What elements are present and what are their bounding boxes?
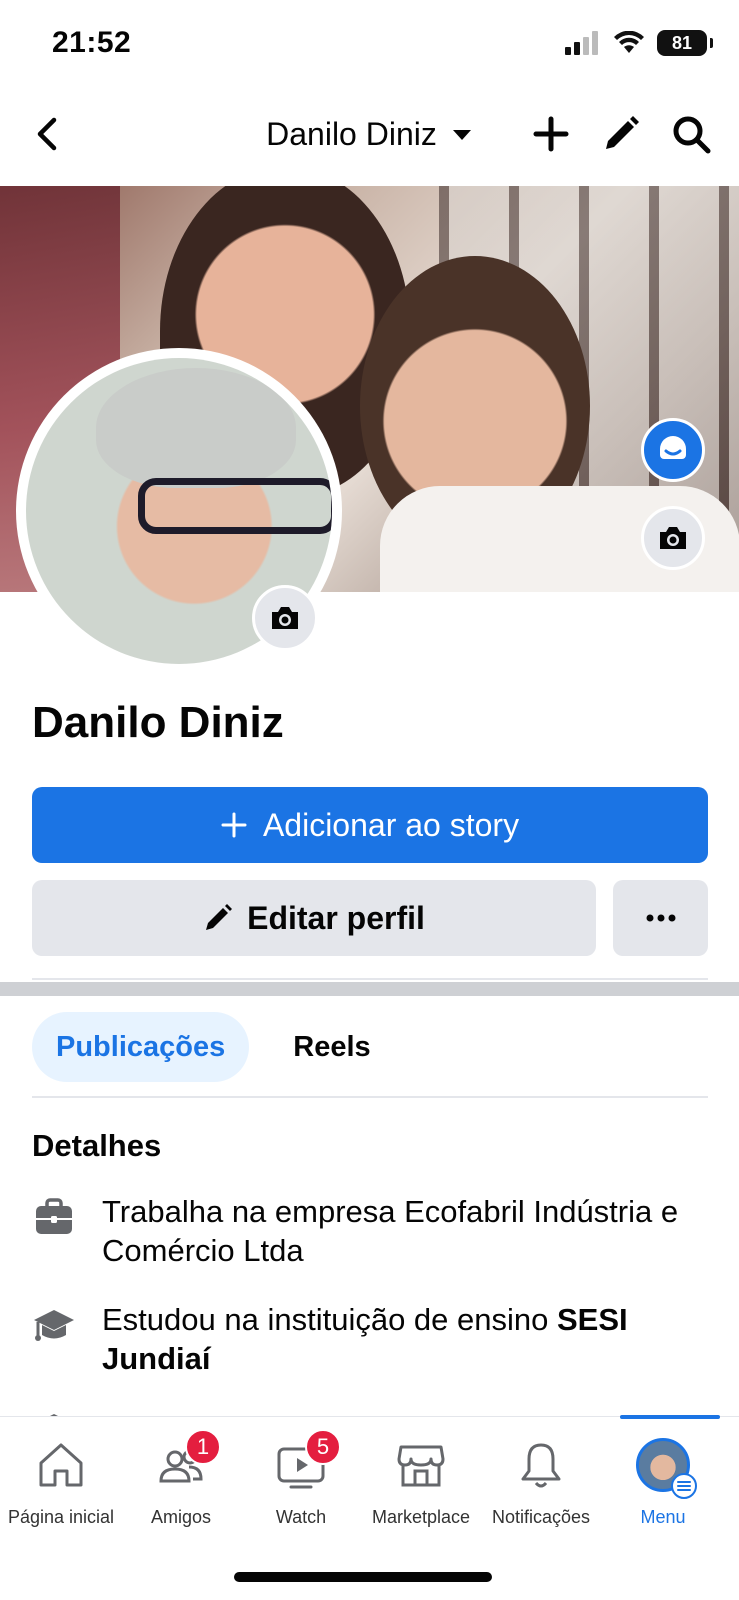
- profile-camera-button[interactable]: [252, 585, 318, 651]
- camera-icon: [272, 607, 298, 629]
- tab-notifications-label: Notificações: [491, 1507, 591, 1527]
- status-indicators: 81: [565, 30, 713, 56]
- cover-camera-button[interactable]: [641, 506, 705, 570]
- avatar-icon: [660, 436, 686, 459]
- tab-home[interactable]: Página inicial: [0, 1437, 122, 1528]
- graduation-cap-icon: [34, 1310, 74, 1341]
- graduation-cap-icon: [50, 1414, 58, 1416]
- camera-icon: [660, 527, 686, 549]
- plus-icon: [221, 812, 247, 838]
- tab-notifications[interactable]: Notificações: [480, 1437, 602, 1528]
- watch-badge: 5: [305, 1429, 341, 1465]
- tab-watch[interactable]: 5 Watch: [240, 1429, 362, 1528]
- edit-profile-label: Editar perfil: [247, 899, 425, 936]
- wifi-icon: [614, 31, 644, 53]
- menu-icon: [677, 1481, 691, 1491]
- home-icon: [39, 1443, 83, 1487]
- home-indicator: [234, 1572, 492, 1582]
- divider: [32, 978, 708, 980]
- back-button[interactable]: [28, 114, 68, 154]
- battery-indicator: 81: [657, 30, 713, 56]
- avatar: [636, 1438, 697, 1499]
- profile-tabs: Publicações Reels: [32, 1012, 395, 1082]
- tab-marketplace-label: Marketplace: [371, 1507, 471, 1527]
- profile-switcher[interactable]: Danilo Diniz: [266, 116, 473, 153]
- tab-friends[interactable]: 1 Amigos: [120, 1429, 242, 1528]
- briefcase-icon: [36, 1198, 72, 1234]
- section-divider: [0, 982, 739, 996]
- detail-education-prefix: Estudou na instituição de ensino: [102, 1302, 557, 1337]
- more-icon: [646, 914, 675, 922]
- tab-menu-label: Menu: [640, 1507, 686, 1527]
- caret-down-icon: [452, 129, 471, 140]
- nav-actions: [529, 112, 713, 156]
- detail-partial: [32, 1404, 708, 1416]
- pencil-icon: [206, 904, 233, 930]
- tab-home-label: Página inicial: [7, 1507, 115, 1527]
- bell-icon: [521, 1443, 561, 1488]
- nav-bar: Danilo Diniz: [0, 98, 739, 180]
- detail-work: Trabalha na empresa Ecofabril Indústria …: [32, 1192, 708, 1270]
- avatar-button[interactable]: [641, 418, 705, 482]
- tab-marketplace[interactable]: Marketplace: [360, 1437, 482, 1528]
- create-button[interactable]: [529, 112, 573, 156]
- signal-icon: [565, 31, 598, 55]
- tab-watch-label: Watch: [275, 1507, 327, 1527]
- status-time: 21:52: [52, 26, 132, 59]
- nav-title: Danilo Diniz: [266, 116, 437, 152]
- chevron-left-icon: [37, 117, 57, 151]
- edit-button[interactable]: [599, 112, 643, 156]
- active-tab-indicator: [620, 1415, 720, 1419]
- add-story-label: Adicionar ao story: [262, 806, 520, 843]
- edit-profile-button[interactable]: Editar perfil: [32, 880, 596, 956]
- tab-reels[interactable]: Reels: [269, 1012, 394, 1082]
- profile-name: Danilo Diniz: [32, 698, 284, 747]
- detail-education: Estudou na instituição de ensino SESI Ju…: [32, 1300, 708, 1378]
- friends-badge: 1: [185, 1429, 221, 1465]
- details-title: Detalhes: [32, 1128, 162, 1163]
- search-button[interactable]: [669, 112, 713, 156]
- detail-work-text: Trabalha na empresa Ecofabril Indústria …: [102, 1194, 679, 1268]
- search-icon: [673, 116, 711, 154]
- plus-icon: [533, 116, 569, 152]
- divider: [32, 1096, 708, 1098]
- pencil-icon: [606, 116, 639, 149]
- tab-publicacoes[interactable]: Publicações: [32, 1012, 250, 1082]
- tab-menu[interactable]: Menu: [602, 1437, 724, 1528]
- tab-friends-label: Amigos: [150, 1507, 212, 1527]
- more-options-button[interactable]: [613, 880, 708, 956]
- add-story-button[interactable]: Adicionar ao story: [32, 787, 708, 863]
- marketplace-icon: [397, 1445, 445, 1487]
- status-bar: 21:52 81: [0, 0, 739, 90]
